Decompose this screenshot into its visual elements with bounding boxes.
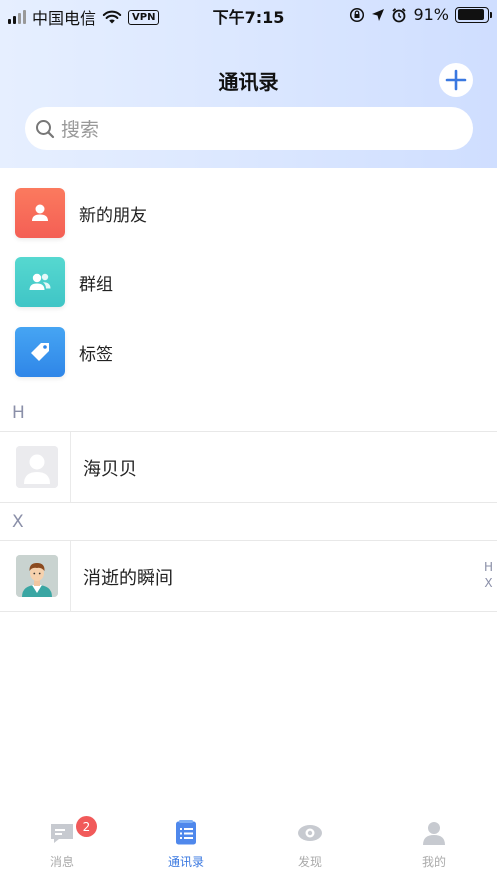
alarm-icon [392, 7, 407, 22]
group-icon [15, 257, 65, 307]
message-icon [51, 824, 73, 843]
eye-icon [298, 825, 322, 841]
row-separator [70, 541, 71, 611]
tab-profile[interactable]: 我的 [372, 808, 496, 883]
section-letter-x: X [12, 512, 24, 532]
contacts-icon [176, 820, 196, 845]
section-letter-h: H [12, 403, 25, 423]
page-title: 通讯录 [218, 70, 279, 94]
tab-label: 消息 [49, 855, 74, 869]
status-bar: 中国电信 VPN 下午7:15 91% [0, 0, 497, 30]
contact-row[interactable]: 消逝的瞬间 [0, 541, 497, 611]
profile-icon [423, 822, 445, 845]
default-avatar-icon [16, 446, 58, 488]
unread-badge: 2 [76, 816, 97, 837]
contacts-page: 中国电信 VPN 下午7:15 91% 通讯录 搜索 新的朋友 群组 标签 H … [0, 0, 497, 883]
alphabet-index[interactable]: H X [484, 559, 493, 591]
battery-fill [457, 9, 484, 20]
location-icon [372, 8, 385, 21]
divider [0, 611, 497, 612]
battery-percent: 91% [413, 5, 449, 24]
person-icon [15, 188, 65, 238]
add-button[interactable] [439, 63, 473, 97]
search-placeholder: 搜索 [61, 119, 100, 141]
new-friends-item[interactable]: 新的朋友 [0, 178, 497, 248]
orientation-lock-icon [350, 7, 365, 22]
contact-name: 海贝贝 [83, 459, 137, 480]
status-right: 91% [349, 5, 492, 24]
groups-item[interactable]: 群组 [0, 247, 497, 317]
tags-label: 标签 [79, 344, 113, 365]
tab-bar: 2 消息 通讯录 发现 我的 [0, 808, 497, 883]
row-separator [70, 432, 71, 502]
groups-label: 群组 [79, 274, 113, 295]
tab-discover[interactable]: 发现 [248, 808, 372, 883]
header: 中国电信 VPN 下午7:15 91% 通讯录 搜索 [0, 0, 497, 168]
divider [0, 502, 497, 503]
plus-icon [445, 69, 467, 91]
cartoon-avatar-icon [16, 555, 58, 597]
tab-messages[interactable]: 2 消息 [0, 808, 124, 883]
tab-contacts[interactable]: 通讯录 [124, 808, 248, 883]
index-letter-x[interactable]: X [484, 575, 492, 591]
contact-row[interactable]: 海贝贝 [0, 432, 497, 502]
tag-icon [15, 327, 65, 377]
index-letter-h[interactable]: H [484, 559, 493, 575]
tab-label: 我的 [421, 855, 446, 869]
battery-icon [455, 6, 492, 23]
tab-label: 通讯录 [167, 855, 204, 869]
search-bar[interactable]: 搜索 [25, 107, 473, 150]
contact-name: 消逝的瞬间 [83, 568, 173, 589]
new-friends-label: 新的朋友 [79, 205, 147, 226]
tab-label: 发现 [297, 855, 322, 869]
search-icon [36, 119, 55, 138]
tags-item[interactable]: 标签 [0, 317, 497, 387]
